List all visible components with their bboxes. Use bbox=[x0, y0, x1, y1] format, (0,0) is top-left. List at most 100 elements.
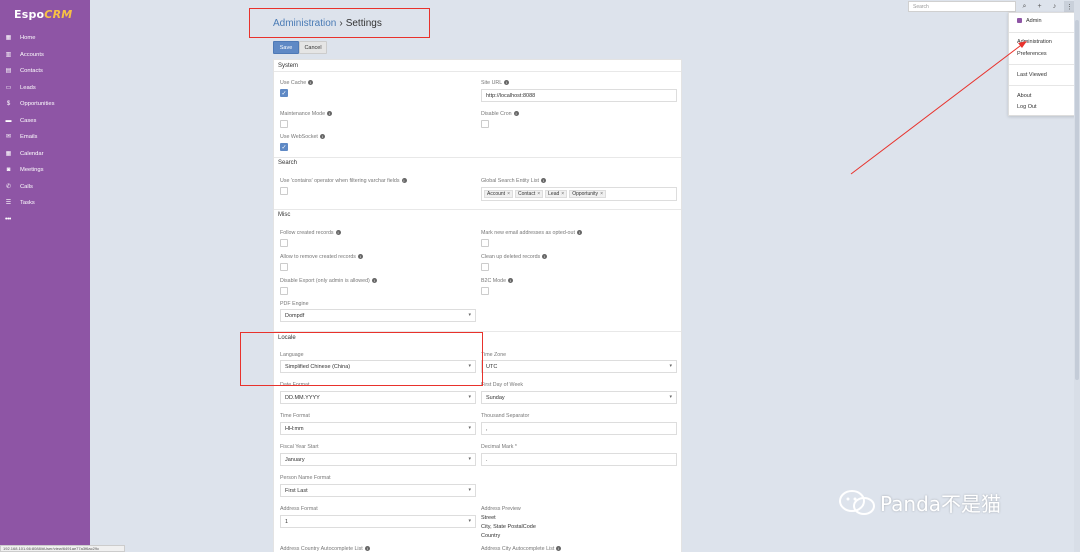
menu-divider bbox=[1009, 85, 1077, 86]
search-icon[interactable]: ⌕ bbox=[1019, 1, 1030, 12]
contact-card-icon: ▤ bbox=[5, 68, 12, 75]
menu-item-last-viewed[interactable]: Last Viewed bbox=[1017, 72, 1047, 78]
info-icon[interactable]: i bbox=[556, 546, 562, 552]
sidebar-item-leads[interactable]: ▭ Leads bbox=[0, 80, 90, 97]
sidebar-item-label: Emails bbox=[20, 134, 38, 141]
remove-tag-icon[interactable]: × bbox=[507, 191, 510, 197]
checkbox-use-cache[interactable]: ✓ bbox=[280, 89, 288, 97]
checkbox-clean-up[interactable] bbox=[481, 263, 489, 271]
watermark: Panda不是猫 bbox=[838, 488, 1001, 517]
sidebar-item-tasks[interactable]: ☰ Tasks bbox=[0, 195, 90, 212]
date-format-select[interactable]: DD.MM.YYYY bbox=[280, 391, 476, 404]
address-format-select[interactable]: 1 bbox=[280, 515, 476, 528]
save-button[interactable]: Save bbox=[273, 41, 299, 54]
section-divider bbox=[274, 157, 681, 158]
info-icon[interactable]: i bbox=[541, 178, 546, 184]
meeting-icon: ◙ bbox=[6, 167, 11, 174]
checkbox-maintenance-mode[interactable] bbox=[280, 120, 288, 128]
info-icon[interactable]: i bbox=[576, 230, 582, 236]
checkbox-disable-export[interactable] bbox=[280, 287, 288, 295]
label-text: Mark new email addresses as opted-out bbox=[481, 230, 575, 236]
checkbox-use-websocket[interactable]: ✓ bbox=[280, 143, 288, 151]
tag-label: Lead bbox=[548, 191, 560, 197]
person-name-format-select[interactable]: First Last bbox=[280, 484, 476, 497]
app-logo[interactable]: EspoCRM bbox=[14, 8, 72, 21]
remove-tag-icon[interactable]: × bbox=[561, 191, 564, 197]
sidebar-item-meetings[interactable]: ◙ Meetings bbox=[0, 162, 90, 179]
info-icon[interactable]: i bbox=[364, 546, 370, 552]
entity-tag: Opportunity × bbox=[569, 190, 606, 198]
menu-divider bbox=[1009, 64, 1077, 65]
sidebar-item-label: Contacts bbox=[20, 68, 43, 75]
label-fiscal-year: Fiscal Year Start bbox=[280, 444, 319, 450]
section-divider bbox=[274, 71, 681, 72]
briefcase-icon: ▬ bbox=[5, 117, 12, 124]
time-zone-select[interactable]: UTC bbox=[481, 360, 677, 373]
label-contains-operator: Use 'contains' operator when filtering v… bbox=[280, 178, 407, 184]
info-icon[interactable]: i bbox=[335, 230, 341, 236]
sidebar-item-calls[interactable]: ✆ Calls bbox=[0, 179, 90, 196]
plus-icon[interactable]: + bbox=[1034, 1, 1045, 12]
sidebar-item-label: Calendar bbox=[20, 150, 44, 157]
sidebar-item-opportunities[interactable]: $ Opportunities bbox=[0, 96, 90, 113]
menu-item-preferences[interactable]: Preferences bbox=[1017, 51, 1047, 57]
checkbox-allow-remove[interactable] bbox=[280, 263, 288, 271]
global-search-input[interactable]: Search bbox=[908, 1, 1016, 12]
info-icon[interactable]: i bbox=[401, 178, 407, 184]
top-icons: ⌕ + ♪ ⋮ bbox=[1019, 1, 1075, 12]
entity-tag: Account × bbox=[484, 190, 513, 198]
more-icon: ••• bbox=[5, 216, 11, 224]
checkbox-contains-operator[interactable] bbox=[280, 187, 288, 195]
info-icon[interactable]: i bbox=[327, 111, 333, 117]
info-icon[interactable]: i bbox=[308, 80, 314, 86]
checkbox-b2c-mode[interactable] bbox=[481, 287, 489, 295]
label-city-autocomplete: Address City Autocomplete List i bbox=[481, 546, 562, 552]
label-allow-remove: Allow to remove created records i bbox=[280, 254, 363, 260]
checkbox-disable-cron[interactable] bbox=[481, 120, 489, 128]
sidebar-item-cases[interactable]: ▬ Cases bbox=[0, 113, 90, 130]
label-maintenance-mode: Maintenance Mode i bbox=[280, 111, 333, 117]
info-icon[interactable]: i bbox=[508, 278, 514, 284]
label-text: Address Country Autocomplete List bbox=[280, 546, 363, 552]
sidebar-item-calendar[interactable]: ▦ Calendar bbox=[0, 146, 90, 163]
menu-item-administration[interactable]: Administration bbox=[1017, 39, 1052, 45]
label-text: B2C Mode bbox=[481, 278, 507, 284]
info-icon[interactable]: i bbox=[542, 254, 548, 260]
info-icon[interactable]: i bbox=[357, 254, 363, 260]
grid-icon: ▦ bbox=[5, 35, 12, 42]
remove-tag-icon[interactable]: × bbox=[600, 191, 603, 197]
cancel-button[interactable]: Cancel bbox=[299, 41, 327, 54]
sidebar-item-label: Home bbox=[20, 35, 36, 42]
first-day-select[interactable]: Sunday bbox=[481, 391, 677, 404]
menu-item-log-out[interactable]: Log Out bbox=[1017, 104, 1037, 110]
time-format-select[interactable]: HH:mm bbox=[280, 422, 476, 435]
info-icon[interactable]: i bbox=[513, 111, 519, 117]
sidebar-more[interactable]: ••• bbox=[0, 212, 90, 229]
menu-item-user[interactable]: Admin bbox=[1017, 18, 1042, 24]
menu-item-about[interactable]: About bbox=[1017, 93, 1031, 99]
fiscal-year-select[interactable]: January bbox=[280, 453, 476, 466]
label-address-format: Address Format bbox=[280, 506, 318, 512]
decimal-mark-input[interactable]: . bbox=[481, 453, 677, 466]
scrollbar-thumb[interactable] bbox=[1075, 20, 1079, 380]
pdf-engine-select[interactable]: Dompdf bbox=[280, 309, 476, 322]
sidebar-item-emails[interactable]: ✉ Emails bbox=[0, 129, 90, 146]
sidebar-item-accounts[interactable]: ▥ Accounts bbox=[0, 47, 90, 64]
checkbox-mark-opted-out[interactable] bbox=[481, 239, 489, 247]
sidebar-item-contacts[interactable]: ▤ Contacts bbox=[0, 63, 90, 80]
info-icon[interactable]: i bbox=[371, 278, 377, 284]
remove-tag-icon[interactable]: × bbox=[537, 191, 540, 197]
tag-label: Opportunity bbox=[572, 191, 599, 197]
section-title-search: Search bbox=[278, 160, 298, 166]
thousand-separator-input[interactable]: , bbox=[481, 422, 677, 435]
site-url-input[interactable]: http://localhost:8088 bbox=[481, 89, 677, 102]
label-time-zone: Time Zone bbox=[481, 352, 507, 358]
info-icon[interactable]: i bbox=[319, 134, 325, 140]
address-line: Country bbox=[481, 533, 501, 539]
global-search-entity-input[interactable]: Account × Contact × Lead × Opportunity × bbox=[481, 187, 677, 201]
checkbox-follow-created[interactable] bbox=[280, 239, 288, 247]
info-icon[interactable]: i bbox=[504, 80, 510, 86]
address-card-icon: ▭ bbox=[5, 84, 12, 91]
sidebar-item-home[interactable]: ▦ Home bbox=[0, 30, 90, 47]
bell-icon[interactable]: ♪ bbox=[1049, 1, 1060, 12]
